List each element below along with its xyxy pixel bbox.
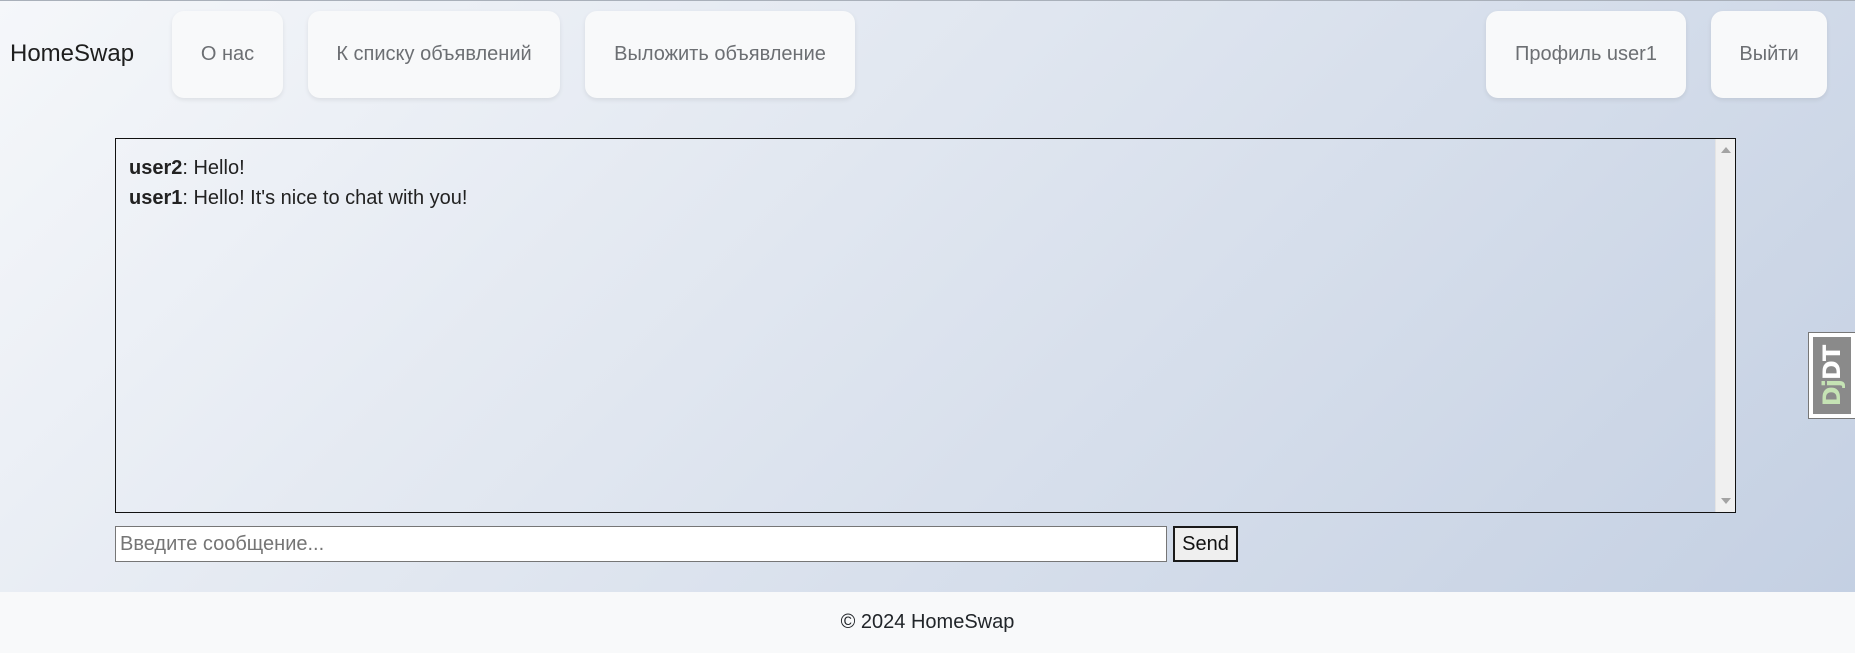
message-author: user1 bbox=[129, 187, 183, 209]
footer: © 2024 HomeSwap bbox=[0, 592, 1855, 653]
message-author: user2 bbox=[129, 157, 183, 179]
djdt-label-dj: Dj bbox=[1818, 379, 1847, 406]
chat-message: user2: Hello! bbox=[129, 153, 1713, 183]
message-input[interactable] bbox=[115, 526, 1167, 562]
send-button[interactable]: Send bbox=[1173, 526, 1238, 562]
message-text: : Hello! bbox=[182, 157, 245, 179]
djdt-label-dt: DT bbox=[1818, 345, 1847, 380]
djdt-logo-icon: DjDT bbox=[1813, 337, 1851, 414]
navbar: HomeSwap О нас К списку объявлений Вылож… bbox=[0, 0, 1855, 110]
nav-profile-button[interactable]: Профиль user1 bbox=[1486, 11, 1686, 98]
footer-copyright: © 2024 HomeSwap bbox=[840, 611, 1015, 633]
nav-listings-button[interactable]: К списку объявлений bbox=[308, 11, 560, 98]
chat-scrollbar[interactable] bbox=[1715, 139, 1735, 512]
nav-logout-button[interactable]: Выйти bbox=[1711, 11, 1827, 98]
message-text: : Hello! It's nice to chat with you! bbox=[182, 187, 468, 209]
chat-log[interactable]: user2: Hello! user1: Hello! It's nice to… bbox=[115, 138, 1736, 513]
scroll-up-arrow-icon[interactable] bbox=[1721, 147, 1731, 153]
scroll-down-arrow-icon[interactable] bbox=[1721, 498, 1731, 504]
debug-toolbar-handle[interactable]: DjDT bbox=[1808, 332, 1855, 419]
nav-about-button[interactable]: О нас bbox=[172, 11, 283, 98]
nav-post-listing-button[interactable]: Выложить объявление bbox=[585, 11, 855, 98]
chat-message: user1: Hello! It's nice to chat with you… bbox=[129, 183, 1713, 213]
brand-logo[interactable]: HomeSwap bbox=[10, 40, 134, 68]
message-list: user2: Hello! user1: Hello! It's nice to… bbox=[129, 153, 1713, 512]
